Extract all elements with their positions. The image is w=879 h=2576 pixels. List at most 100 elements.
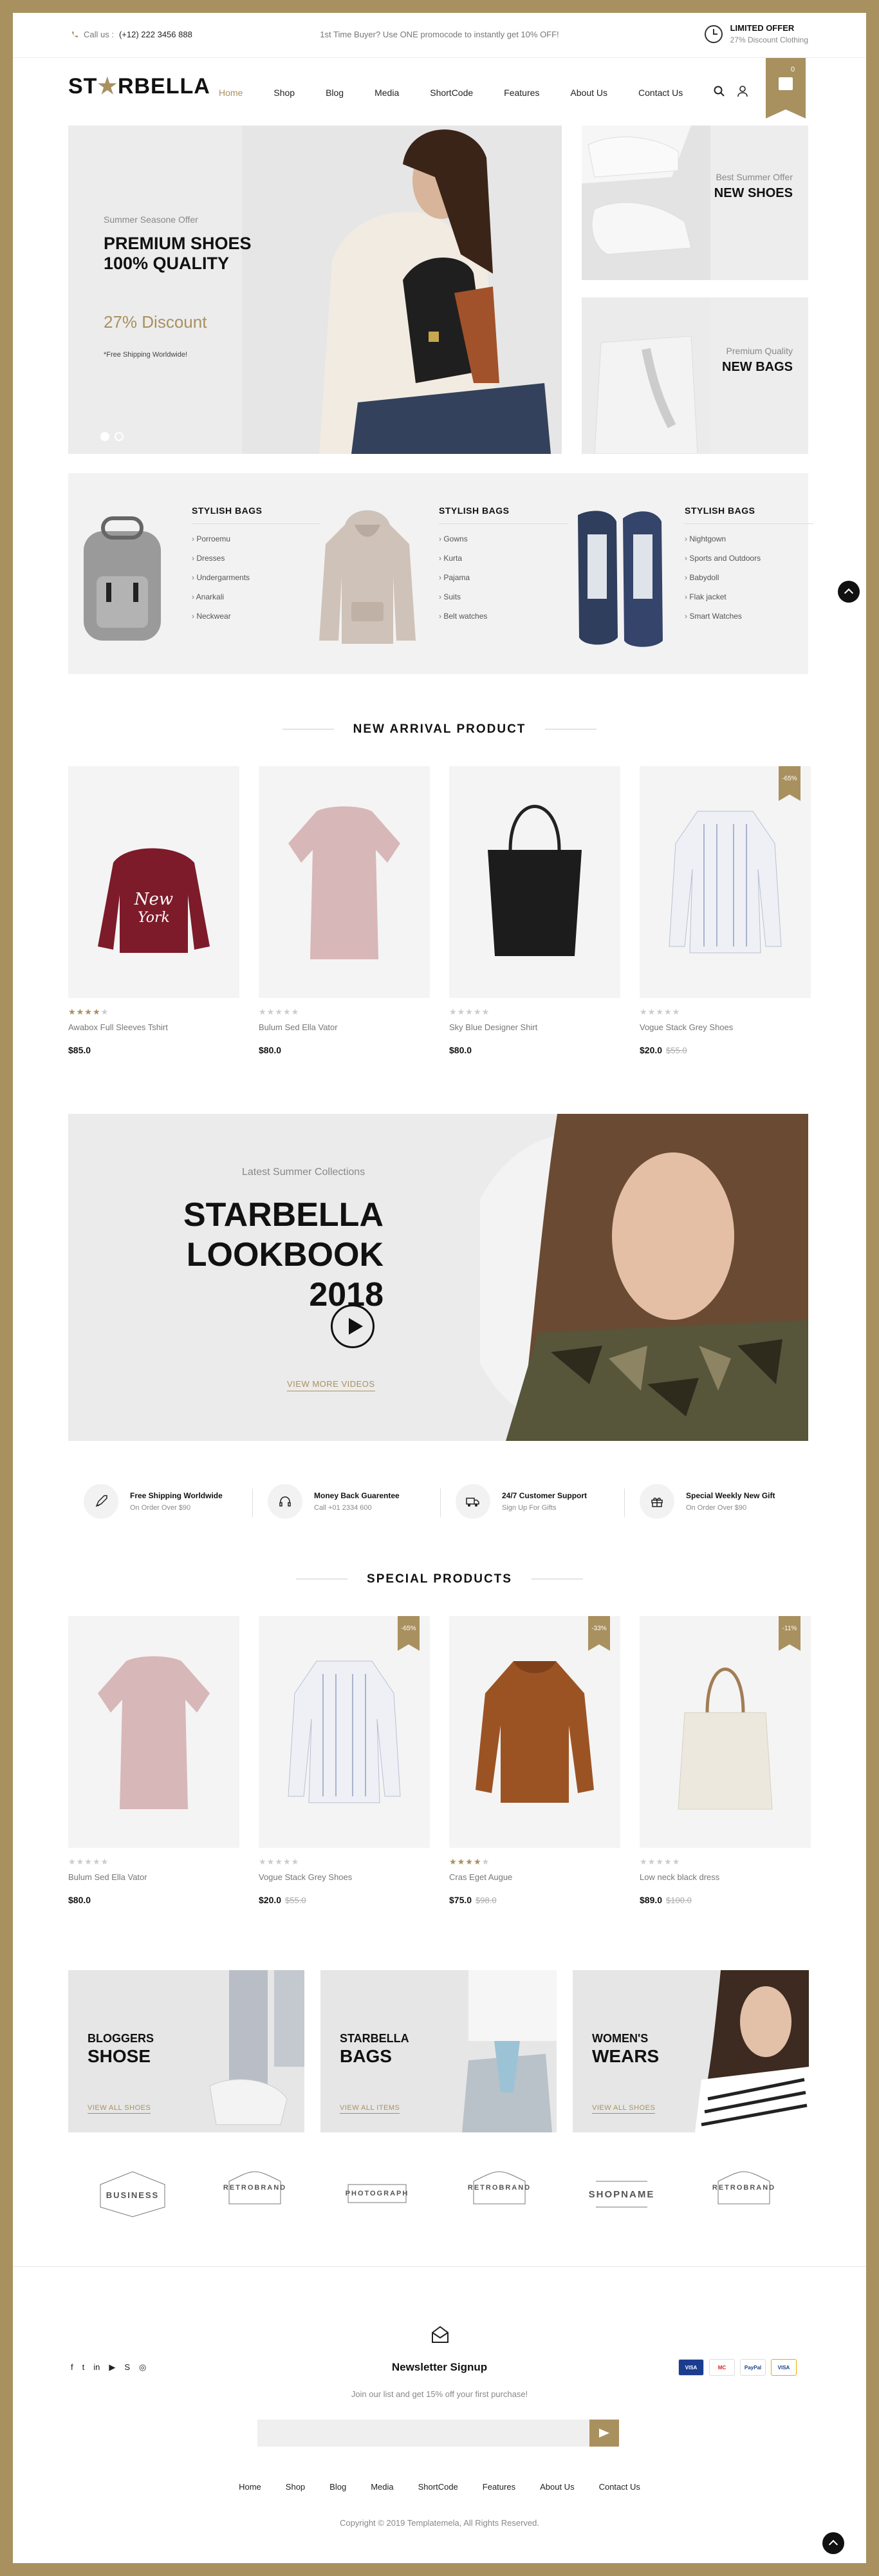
product-card[interactable]: -65% ★★★★★ Vogue Stack Grey Shoes $20.0 $… (259, 1616, 430, 1905)
product-card[interactable]: -33% ★★★★★ Cras Eget Augue $75.0 $98.0 (449, 1616, 620, 1905)
feature-title: 24/7 Customer Support (502, 1491, 588, 1500)
cart-button[interactable]: 0 (766, 58, 806, 118)
promo-link[interactable]: VIEW ALL SHOES (88, 2104, 151, 2114)
footer-nav-shortcode[interactable]: ShortCode (418, 2482, 458, 2492)
category-link[interactable]: Sports and Outdoors (685, 554, 813, 563)
side-banner-bags[interactable]: Premium Quality NEW BAGS (582, 297, 808, 454)
product-card[interactable]: New York ★★★★★ Awabox Full Sleeves Tshirt… (68, 766, 239, 1055)
footer-nav-home[interactable]: Home (239, 2482, 261, 2492)
category-link[interactable]: Pajama (439, 573, 568, 582)
product-price: $89.0 $100.0 (640, 1895, 811, 1905)
product-name[interactable]: Cras Eget Augue (449, 1872, 620, 1882)
product-image[interactable]: -33% (449, 1616, 620, 1848)
nav-home[interactable]: Home (219, 88, 243, 98)
promo-banner-bags[interactable]: STARBELLA BAGS VIEW ALL ITEMS (320, 1970, 557, 2132)
nav-contact[interactable]: Contact Us (638, 88, 683, 98)
discount-badge: -11% (779, 1616, 800, 1651)
discount-badge: -33% (588, 1616, 610, 1651)
product-price: $85.0 (68, 1045, 91, 1055)
badge-icon (473, 2171, 526, 2205)
product-name[interactable]: Vogue Stack Grey Shoes (640, 1022, 811, 1032)
category-link[interactable]: Gowns (439, 534, 568, 543)
product-image[interactable]: -65% (259, 1616, 430, 1848)
product-card[interactable]: ★★★★★ Bulum Sed Ella Vator $80.0 (68, 1616, 239, 1905)
category-link[interactable]: Undergarments (192, 573, 320, 582)
badge-icon (717, 2171, 770, 2205)
brand-logo[interactable]: BUSINESS (94, 2168, 171, 2220)
nav-media[interactable]: Media (375, 88, 399, 98)
promo-banner-shoes[interactable]: BLOGGERS SHOSE VIEW ALL SHOES (68, 1970, 304, 2132)
brand-logo[interactable]: RETROBRAND (216, 2168, 293, 2220)
category-link[interactable]: Belt watches (439, 612, 568, 621)
brand-logo[interactable]: RETROBRAND (461, 2168, 538, 2220)
price-old: $55.0 (285, 1895, 306, 1905)
category-link[interactable]: Flak jacket (685, 592, 813, 601)
copyright: Copyright © 2019 Templatemela, All Right… (340, 2518, 539, 2528)
category-link[interactable]: Babydoll (685, 573, 813, 582)
footer-nav-features[interactable]: Features (483, 2482, 515, 2492)
promo-link[interactable]: VIEW ALL ITEMS (340, 2104, 400, 2114)
category-link[interactable]: Kurta (439, 554, 568, 563)
side1-big: NEW SHOES (714, 186, 793, 200)
footer-nav-about[interactable]: About Us (540, 2482, 574, 2492)
product-card[interactable]: -11% ★★★★★ Low neck black dress $89.0 $10… (640, 1616, 811, 1905)
product-image[interactable] (68, 1616, 239, 1848)
product-card[interactable]: ★★★★★ Sky Blue Designer Shirt $80.0 (449, 766, 620, 1055)
play-icon[interactable] (331, 1304, 375, 1348)
nav-shortcode[interactable]: ShortCode (430, 88, 473, 98)
rating-stars: ★★★★★ (640, 1007, 681, 1017)
product-name[interactable]: Low neck black dress (640, 1872, 811, 1882)
slider-dot-1[interactable] (100, 432, 109, 441)
category-link[interactable]: Porroemu (192, 534, 320, 543)
product-image[interactable]: New York (68, 766, 239, 998)
search-icon[interactable] (713, 85, 726, 98)
category-link[interactable]: Smart Watches (685, 612, 813, 621)
hero-slider[interactable]: Summer Seasone Offer PREMIUM SHOES 100% Q… (68, 126, 562, 454)
promo-banner-wears[interactable]: WOMEN'S WEARS VIEW ALL SHOES (573, 1970, 809, 2132)
category-link[interactable]: Anarkali (192, 592, 320, 601)
bag-icon (779, 77, 793, 90)
product-card[interactable]: ★★★★★ Bulum Sed Ella Vator $80.0 (259, 766, 430, 1055)
category-link[interactable]: Neckwear (192, 612, 320, 621)
product-image[interactable] (259, 766, 430, 998)
phone-number[interactable]: (+12) 222 3456 888 (119, 30, 192, 39)
nav-blog[interactable]: Blog (326, 88, 344, 98)
nav-about[interactable]: About Us (570, 88, 607, 98)
back-to-top-side[interactable] (838, 581, 860, 603)
product-name[interactable]: Awabox Full Sleeves Tshirt (68, 1022, 239, 1032)
price-current: $20.0 (640, 1045, 663, 1055)
view-more-videos-link[interactable]: VIEW MORE VIDEOS (287, 1379, 375, 1391)
product-image[interactable]: -65% (640, 766, 811, 998)
side-banner-shoes[interactable]: Best Summer Offer NEW SHOES (582, 126, 808, 280)
category-link[interactable]: Nightgown (685, 534, 813, 543)
product-name[interactable]: Vogue Stack Grey Shoes (259, 1872, 430, 1882)
nav-features[interactable]: Features (504, 88, 539, 98)
product-image[interactable]: -11% (640, 1616, 811, 1848)
product-name[interactable]: Sky Blue Designer Shirt (449, 1022, 620, 1032)
promo-link[interactable]: VIEW ALL SHOES (592, 2104, 656, 2114)
newsletter-submit-button[interactable] (589, 2420, 619, 2447)
brand-logo[interactable]: PHOTOGRAPH (338, 2168, 416, 2220)
product-card[interactable]: -65% ★★★★★ Vogue Stack Grey Shoes $20.0 $… (640, 766, 811, 1055)
footer-nav-shop[interactable]: Shop (286, 2482, 305, 2492)
footer-nav-contact[interactable]: Contact Us (599, 2482, 640, 2492)
lookbook-sub: Latest Summer Collections (242, 1167, 365, 1178)
bag-image (582, 297, 710, 454)
category-link[interactable]: Dresses (192, 554, 320, 563)
footer-nav-media[interactable]: Media (371, 2482, 393, 2492)
product-name[interactable]: Bulum Sed Ella Vator (259, 1022, 430, 1032)
nav-shop[interactable]: Shop (273, 88, 295, 98)
logo-text-b: RBELLA (117, 74, 210, 99)
category-link[interactable]: Suits (439, 592, 568, 601)
product-name[interactable]: Bulum Sed Ella Vator (68, 1872, 239, 1882)
hero-note: *Free Shipping Worldwide! (104, 351, 188, 359)
footer-nav-blog[interactable]: Blog (329, 2482, 346, 2492)
product-image[interactable] (449, 766, 620, 998)
brand-logo[interactable]: SHOPNAME (583, 2168, 660, 2220)
newsletter-email-input[interactable] (257, 2420, 619, 2447)
user-icon[interactable] (736, 85, 749, 98)
slider-dot-2[interactable] (115, 432, 124, 441)
brand-logo[interactable]: RETROBRAND (705, 2168, 782, 2220)
back-to-top-button[interactable] (822, 2532, 844, 2554)
logo[interactable]: ST★RBELLA (68, 73, 210, 99)
